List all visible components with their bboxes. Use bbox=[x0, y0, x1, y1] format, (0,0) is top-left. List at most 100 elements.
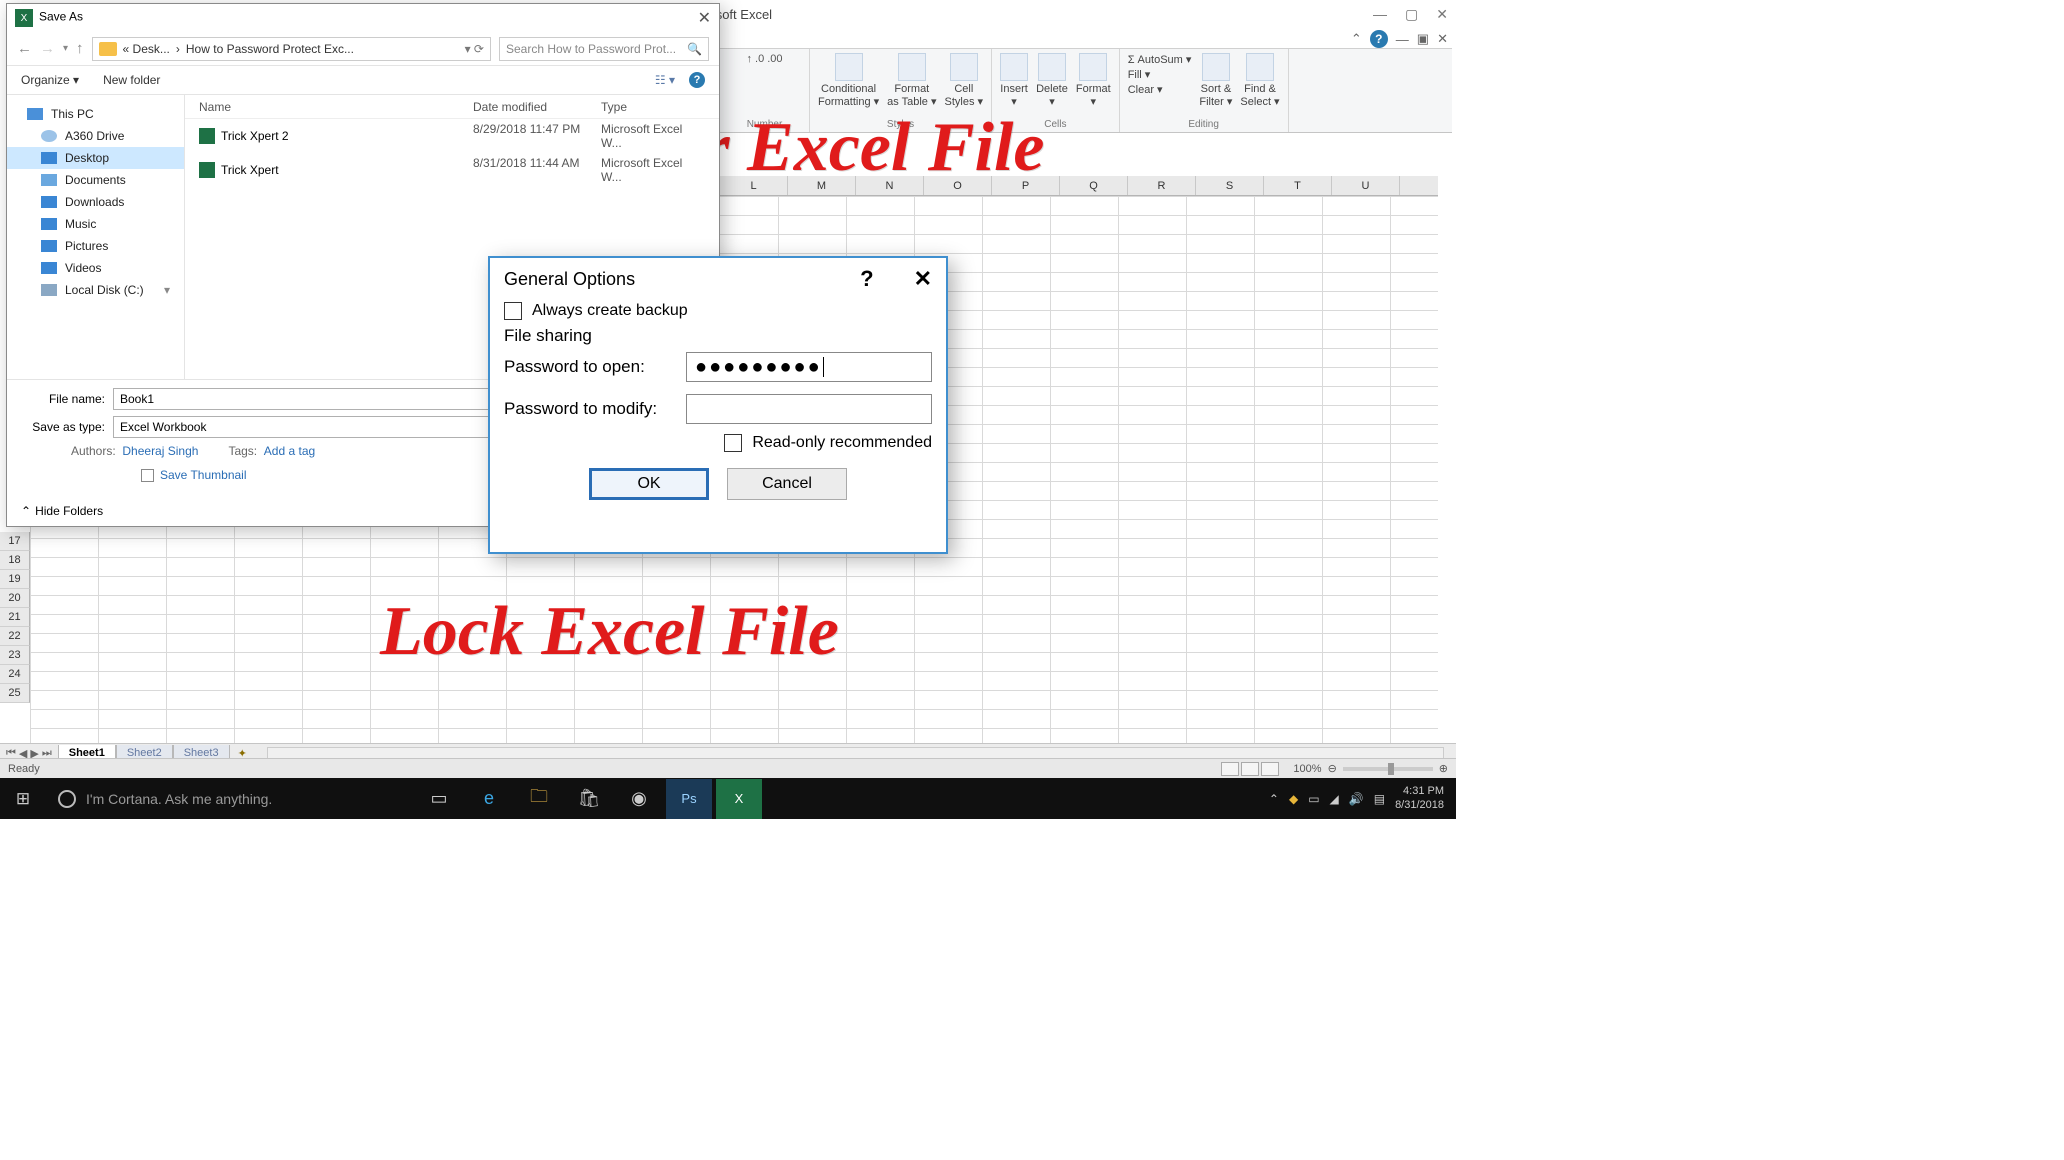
row-header[interactable]: 20 bbox=[0, 589, 30, 608]
new-folder-button[interactable]: New folder bbox=[103, 73, 160, 87]
password-modify-input[interactable] bbox=[686, 394, 932, 424]
insert-cells-button[interactable]: Insert ▾ bbox=[1000, 53, 1028, 108]
saveas-close-icon[interactable]: ✕ bbox=[698, 8, 711, 28]
find-select-button[interactable]: Find & Select ▾ bbox=[1240, 53, 1279, 108]
row-header[interactable]: 19 bbox=[0, 570, 30, 589]
cancel-button[interactable]: Cancel bbox=[727, 468, 847, 500]
column-header[interactable]: N bbox=[856, 176, 924, 195]
row-header[interactable]: 23 bbox=[0, 646, 30, 665]
column-header[interactable]: R bbox=[1128, 176, 1196, 195]
column-header[interactable]: L bbox=[720, 176, 788, 195]
hide-folders-button[interactable]: ⌃Hide Folders bbox=[21, 504, 103, 518]
start-button[interactable]: ⊞ bbox=[0, 778, 46, 819]
tray-volume-icon[interactable]: 🔊 bbox=[1349, 792, 1364, 806]
file-row[interactable]: Trick Xpert 8/31/2018 11:44 AM Microsoft… bbox=[185, 153, 719, 187]
col-date[interactable]: Date modified bbox=[473, 100, 601, 114]
delete-cells-button[interactable]: Delete ▾ bbox=[1036, 53, 1068, 108]
tray-defender-icon[interactable]: ◆ bbox=[1289, 792, 1298, 806]
authors-link[interactable]: Dheeraj Singh bbox=[122, 444, 198, 458]
col-name[interactable]: Name bbox=[199, 100, 473, 114]
window-min-icon[interactable]: — bbox=[1396, 32, 1409, 47]
tray-action-center-icon[interactable]: ▤ bbox=[1374, 792, 1385, 806]
minimize-icon[interactable]: — bbox=[1373, 6, 1387, 23]
nav-videos[interactable]: Videos bbox=[7, 257, 184, 279]
tray-chevron-icon[interactable]: ⌃ bbox=[1269, 792, 1279, 806]
save-thumbnail-checkbox[interactable] bbox=[141, 469, 154, 482]
col-type[interactable]: Type bbox=[601, 100, 719, 114]
zoom-slider[interactable] bbox=[1343, 767, 1433, 771]
edge-icon[interactable]: e bbox=[466, 779, 512, 819]
breadcrumb[interactable]: « Desk...› How to Password Protect Exc..… bbox=[92, 37, 491, 61]
organize-button[interactable]: Organize ▾ bbox=[21, 73, 79, 87]
column-header[interactable]: M bbox=[788, 176, 856, 195]
column-header[interactable]: O bbox=[924, 176, 992, 195]
nav-pictures[interactable]: Pictures bbox=[7, 235, 184, 257]
nav-music[interactable]: Music bbox=[7, 213, 184, 235]
column-header[interactable]: S bbox=[1196, 176, 1264, 195]
file-row[interactable]: Trick Xpert 2 8/29/2018 11:47 PM Microso… bbox=[185, 119, 719, 153]
column-header[interactable]: P bbox=[992, 176, 1060, 195]
row-header[interactable]: 24 bbox=[0, 665, 30, 684]
password-open-input[interactable]: ●●●●●●●●● bbox=[686, 352, 932, 382]
ok-button[interactable]: OK bbox=[589, 468, 709, 500]
nav-back-icon[interactable]: ← bbox=[17, 40, 32, 57]
help-icon[interactable]: ? bbox=[1370, 30, 1388, 48]
always-backup-checkbox[interactable] bbox=[504, 302, 522, 320]
clear-button[interactable]: Clear ▾ bbox=[1128, 83, 1192, 96]
nav-this-pc[interactable]: This PC bbox=[7, 103, 184, 125]
column-header[interactable]: Q bbox=[1060, 176, 1128, 195]
nav-forward-icon[interactable]: → bbox=[40, 40, 55, 57]
row-headers[interactable]: 171819202122232425 bbox=[0, 532, 30, 703]
ribbon-collapse-icon[interactable]: ⌃ bbox=[1351, 31, 1362, 47]
zoom-out-icon[interactable]: ⊖ bbox=[1328, 762, 1337, 775]
nav-desktop[interactable]: Desktop bbox=[7, 147, 184, 169]
task-view-icon[interactable]: ▭ bbox=[416, 779, 462, 819]
row-header[interactable]: 18 bbox=[0, 551, 30, 570]
tray-battery-icon[interactable]: ▭ bbox=[1308, 792, 1319, 806]
conditional-formatting-button[interactable]: Conditional Formatting ▾ bbox=[818, 53, 879, 108]
row-header[interactable]: 22 bbox=[0, 627, 30, 646]
excel-taskbar-icon[interactable]: X bbox=[716, 779, 762, 819]
row-header[interactable]: 21 bbox=[0, 608, 30, 627]
add-tag-link[interactable]: Add a tag bbox=[264, 444, 315, 458]
nav-tree[interactable]: This PC A360 Drive Desktop Documents Dow… bbox=[7, 95, 185, 379]
view-pagebreak-icon[interactable] bbox=[1261, 762, 1279, 776]
nav-a360[interactable]: A360 Drive bbox=[7, 125, 184, 147]
breadcrumb-seg-2[interactable]: How to Password Protect Exc... bbox=[186, 42, 354, 56]
view-normal-icon[interactable] bbox=[1221, 762, 1239, 776]
genopts-close-icon[interactable]: ✕ bbox=[914, 266, 932, 292]
store-icon[interactable]: 🛍 bbox=[566, 779, 612, 819]
row-header[interactable]: 25 bbox=[0, 684, 30, 703]
tray-wifi-icon[interactable]: ◢ bbox=[1330, 792, 1339, 806]
nav-recent-icon[interactable]: ▾ bbox=[63, 43, 68, 54]
fill-button[interactable]: Fill ▾ bbox=[1128, 68, 1192, 81]
chrome-icon[interactable]: ◉ bbox=[616, 779, 662, 819]
maximize-icon[interactable]: ▢ bbox=[1405, 6, 1418, 23]
genopts-help-icon[interactable]: ? bbox=[860, 266, 873, 292]
explorer-icon[interactable]: 🗀 bbox=[516, 779, 562, 819]
view-layout-icon[interactable] bbox=[1241, 762, 1259, 776]
column-header[interactable]: T bbox=[1264, 176, 1332, 195]
cell-styles-button[interactable]: Cell Styles ▾ bbox=[945, 53, 984, 108]
row-header[interactable]: 17 bbox=[0, 532, 30, 551]
close-icon[interactable]: ✕ bbox=[1436, 6, 1448, 23]
cortana-search[interactable]: I'm Cortana. Ask me anything. bbox=[46, 778, 406, 819]
format-cells-button[interactable]: Format ▾ bbox=[1076, 53, 1111, 108]
sort-filter-button[interactable]: Sort & Filter ▾ bbox=[1199, 53, 1232, 108]
breadcrumb-seg-1[interactable]: « Desk... bbox=[123, 42, 170, 56]
zoom-in-icon[interactable]: ⊕ bbox=[1439, 762, 1448, 775]
system-clock[interactable]: 4:31 PM 8/31/2018 bbox=[1395, 785, 1444, 811]
column-header[interactable]: U bbox=[1332, 176, 1400, 195]
nav-documents[interactable]: Documents bbox=[7, 169, 184, 191]
format-as-table-button[interactable]: Format as Table ▾ bbox=[887, 53, 936, 108]
readonly-checkbox[interactable] bbox=[724, 434, 742, 452]
autosum-button[interactable]: Σ AutoSum ▾ bbox=[1128, 53, 1192, 66]
column-headers[interactable]: LMNOPQRSTU bbox=[720, 176, 1438, 196]
help-icon[interactable]: ? bbox=[689, 72, 705, 88]
view-mode-icon[interactable]: ☷ ▾ bbox=[655, 73, 675, 87]
nav-downloads[interactable]: Downloads bbox=[7, 191, 184, 213]
nav-up-icon[interactable]: ↑ bbox=[76, 40, 84, 57]
folder-search-input[interactable]: Search How to Password Prot... 🔍 bbox=[499, 37, 709, 61]
window-restore-icon[interactable]: ▣ bbox=[1417, 31, 1429, 47]
nav-local-disk[interactable]: Local Disk (C:)▾ bbox=[7, 279, 184, 301]
